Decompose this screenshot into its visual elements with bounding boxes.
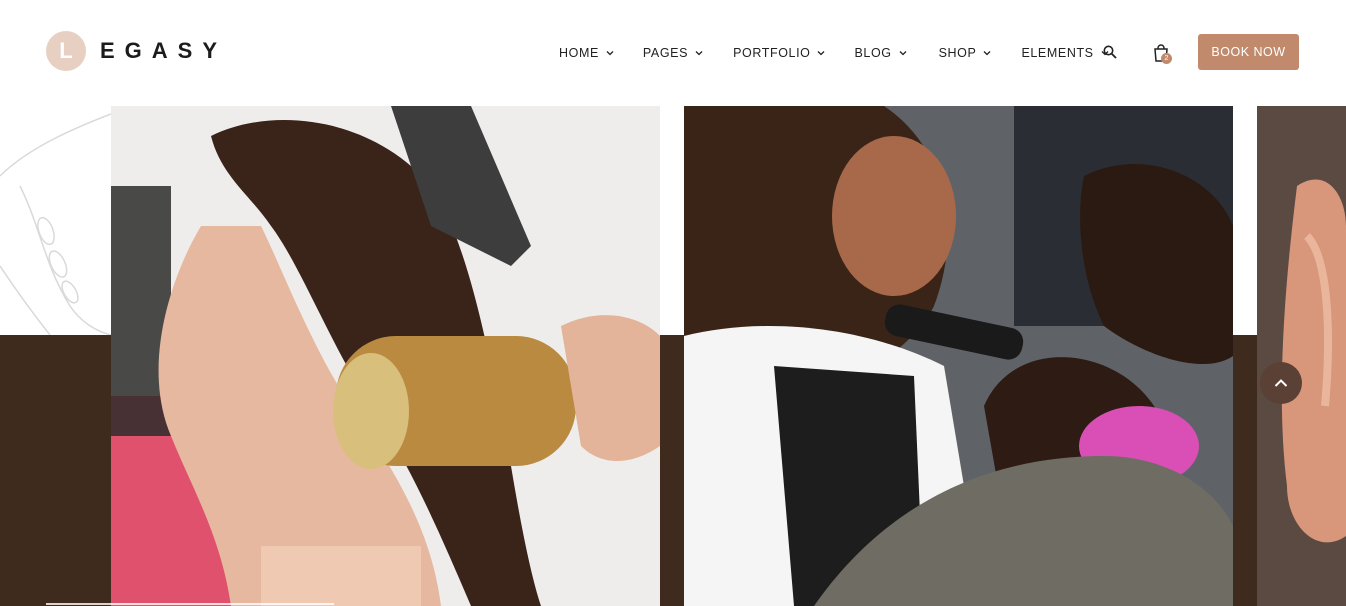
logo-circle: L bbox=[46, 31, 86, 71]
search-icon bbox=[1103, 45, 1117, 59]
site-logo[interactable]: L EGASY bbox=[46, 31, 227, 71]
nav-item-shop[interactable]: SHOP bbox=[939, 46, 992, 60]
chevron-up-icon bbox=[1274, 379, 1288, 387]
nav-item-elements[interactable]: ELEMENTS bbox=[1021, 46, 1109, 60]
woman-hair-blow-dry-photo bbox=[111, 106, 660, 606]
main-nav: HOME PAGES PORTFOLIO BLOG SHOP ELEMENTS bbox=[547, 40, 1109, 68]
slider-progress-line bbox=[46, 603, 334, 605]
search-button[interactable] bbox=[1102, 44, 1118, 60]
nav-item-label: ELEMENTS bbox=[1021, 46, 1094, 60]
book-now-button[interactable]: BOOK NOW bbox=[1198, 34, 1299, 70]
barber-cutting-hair-photo bbox=[684, 106, 1233, 606]
nav-item-portfolio[interactable]: PORTFOLIO bbox=[733, 46, 825, 60]
chevron-down-icon bbox=[606, 51, 614, 56]
cart-count-badge: 2 bbox=[1161, 53, 1172, 64]
nav-item-label: HOME bbox=[559, 46, 599, 60]
nav-item-label: SHOP bbox=[938, 46, 977, 60]
nav-item-blog[interactable]: BLOG bbox=[854, 46, 907, 60]
chevron-down-icon bbox=[983, 51, 991, 56]
logo-text: EGASY bbox=[100, 38, 228, 63]
chevron-down-icon bbox=[899, 51, 907, 56]
line-art-decoration bbox=[0, 106, 112, 336]
scroll-to-top-button[interactable] bbox=[1260, 362, 1302, 404]
curly-hair-woman-photo bbox=[1257, 106, 1346, 606]
nav-item-pages[interactable]: PAGES bbox=[643, 46, 703, 60]
nav-item-label: PAGES bbox=[642, 46, 689, 60]
nav-item-label: PORTFOLIO bbox=[733, 46, 811, 60]
cart-button[interactable]: 2 bbox=[1151, 43, 1172, 64]
nav-item-home[interactable]: HOME bbox=[547, 42, 614, 68]
nav-item-label: BLOG bbox=[854, 46, 892, 60]
chevron-down-icon bbox=[695, 51, 703, 56]
chevron-down-icon bbox=[818, 51, 825, 56]
site-header: L EGASY HOME PAGES PORTFOLIO BLOG SHOP E… bbox=[0, 0, 1346, 106]
